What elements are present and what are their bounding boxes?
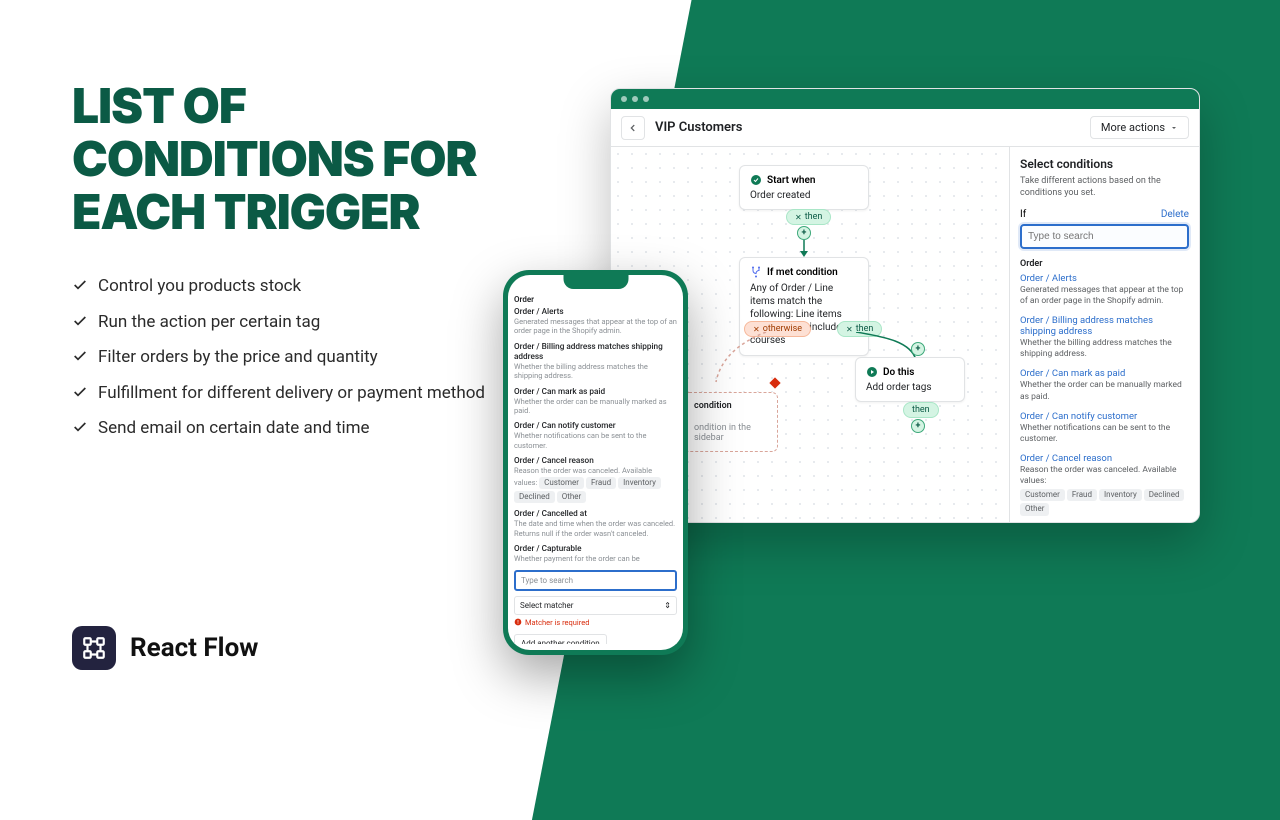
check-icon: [72, 384, 88, 400]
marketing-copy: LIST OF CONDITIONS FOR EACH TRIGGER Cont…: [72, 80, 512, 459]
node-condition-title: If met condition: [767, 267, 838, 278]
error-icon: [514, 618, 522, 626]
phone-notch: [563, 275, 628, 289]
condition-option[interactable]: Order / Cancel reasonReason the order wa…: [514, 456, 677, 503]
node-placeholder-sub: ondition in the sidebar: [694, 423, 767, 443]
node-action-sub: Add order tags: [866, 382, 954, 393]
condition-option[interactable]: Order / Can notify customerWhether notif…: [514, 421, 677, 450]
add-step-button[interactable]: +: [797, 226, 811, 240]
more-actions-button[interactable]: More actions: [1090, 116, 1189, 139]
branch-icon: [750, 266, 762, 278]
node-start-title: Start when: [767, 175, 815, 186]
error-marker-icon: [769, 377, 780, 388]
feature-list: Control you products stock Run the action…: [72, 274, 512, 442]
node-start[interactable]: Start when Order created: [739, 165, 869, 210]
feature-item: Filter orders by the price and quantity: [72, 345, 512, 371]
phone-search-input[interactable]: Type to search: [514, 570, 677, 591]
play-circle-icon: [866, 366, 878, 378]
edge-label-then-3[interactable]: then: [903, 402, 939, 418]
if-label: If: [1020, 209, 1026, 220]
edge-label-otherwise[interactable]: ✕ otherwise: [744, 321, 811, 337]
close-icon[interactable]: ✕: [846, 325, 853, 334]
sidebar-section-label: Order: [1020, 259, 1189, 269]
condition-option[interactable]: Order / Billing address matches shipping…: [1020, 315, 1189, 360]
conditions-sidebar: Select conditions Take different actions…: [1009, 147, 1199, 522]
phone-section-label: Order: [514, 295, 677, 304]
page-title: VIP Customers: [655, 120, 742, 135]
condition-option[interactable]: Order / Billing address matches shipping…: [514, 342, 677, 381]
condition-option[interactable]: Order / Can mark as paidWhether the orde…: [514, 387, 677, 416]
node-start-sub: Order created: [750, 190, 858, 201]
check-icon: [72, 277, 88, 293]
condition-option[interactable]: Order / Cancel reasonReason the order wa…: [1020, 453, 1189, 516]
add-step-button[interactable]: +: [911, 342, 925, 356]
add-condition-button[interactable]: Add another condition: [514, 634, 607, 645]
back-button[interactable]: [621, 116, 645, 140]
edge-label-then[interactable]: ✕ then: [786, 209, 831, 225]
feature-item: Control you products stock: [72, 274, 512, 300]
add-step-button[interactable]: +: [911, 419, 925, 433]
brand-name: React Flow: [130, 633, 258, 663]
condition-option[interactable]: Order / Can notify customerWhether notif…: [1020, 411, 1189, 445]
node-placeholder[interactable]: condition ondition in the sidebar: [683, 392, 778, 452]
node-action[interactable]: Do this Add order tags: [855, 357, 965, 402]
condition-option[interactable]: Order / Can mark as paidWhether the orde…: [1020, 368, 1189, 402]
brand-logo-icon: [72, 626, 116, 670]
condition-option[interactable]: Order / AlertsGenerated messages that ap…: [1020, 273, 1189, 307]
feature-item: Fulfillment for different delivery or pa…: [72, 381, 512, 407]
delete-condition-link[interactable]: Delete: [1161, 209, 1189, 220]
matcher-error: Matcher is required: [514, 618, 677, 627]
headline: LIST OF CONDITIONS FOR EACH TRIGGER: [72, 80, 512, 238]
node-action-title: Do this: [883, 367, 914, 378]
app-window: VIP Customers More actions Start when Or…: [610, 88, 1200, 523]
check-icon: [72, 348, 88, 364]
condition-option[interactable]: Order / Cancelled atThe date and time wh…: [514, 509, 677, 538]
app-toolbar: VIP Customers More actions: [611, 109, 1199, 147]
check-icon: [72, 313, 88, 329]
matcher-select[interactable]: Select matcher ⇕: [514, 596, 677, 615]
node-condition-sub: Any of Order / Line items match the foll…: [750, 282, 858, 347]
brand: React Flow: [72, 626, 258, 670]
check-circle-icon: [750, 174, 762, 186]
phone-mock: Order Order / AlertsGenerated messages t…: [503, 270, 688, 655]
more-actions-label: More actions: [1101, 121, 1165, 134]
node-placeholder-title: condition: [694, 401, 767, 411]
select-handle-icon: ⇕: [664, 601, 671, 610]
feature-item: Send email on certain date and time: [72, 416, 512, 442]
close-icon[interactable]: ✕: [795, 213, 802, 222]
condition-search-input[interactable]: [1020, 224, 1189, 249]
chevron-down-icon: [1170, 124, 1178, 132]
edge-label-then-2[interactable]: ✕ then: [837, 321, 882, 337]
close-icon[interactable]: ✕: [753, 325, 760, 334]
check-icon: [72, 419, 88, 435]
condition-option[interactable]: Order / CapturableWhether payment for th…: [514, 544, 677, 563]
condition-option[interactable]: Order / AlertsGenerated messages that ap…: [514, 307, 677, 336]
sidebar-subtitle: Take different actions based on the cond…: [1020, 175, 1189, 199]
sidebar-title: Select conditions: [1020, 157, 1189, 171]
node-condition[interactable]: If met condition Any of Order / Line ite…: [739, 257, 869, 356]
feature-item: Run the action per certain tag: [72, 310, 512, 336]
window-titlebar: [611, 89, 1199, 109]
